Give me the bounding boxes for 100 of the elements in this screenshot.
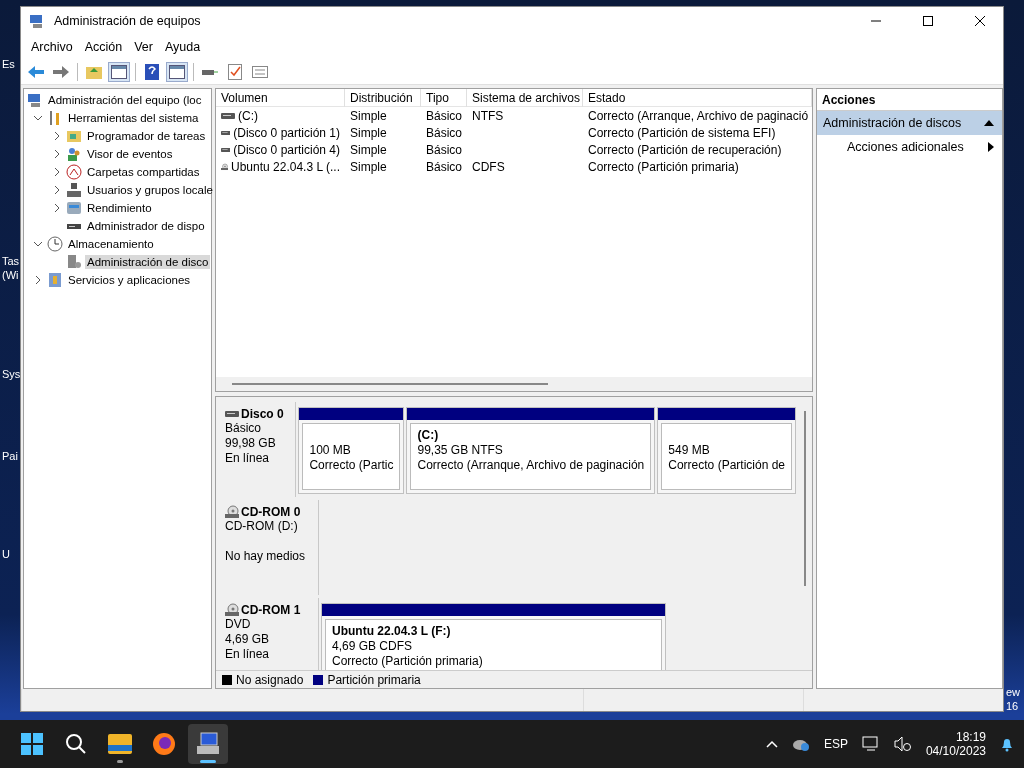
taskbar-app[interactable] — [188, 724, 228, 764]
gauge-icon — [66, 164, 82, 180]
tree-item[interactable]: Carpetas compartidas — [85, 165, 202, 179]
partition-text: Correcto (Partic — [309, 458, 394, 473]
column-header[interactable]: Sistema de archivos — [467, 89, 583, 107]
column-header[interactable]: Distribución — [345, 89, 421, 107]
disk-name: CD-ROM 1 — [225, 603, 318, 617]
language-indicator[interactable]: ESP — [823, 737, 848, 751]
speaker-muted-icon[interactable] — [893, 736, 912, 752]
table-cell-text: Correcto (Partición de recuperación) — [587, 142, 783, 157]
disk-name: CD-ROM 0 — [225, 505, 318, 519]
tree-item[interactable]: Almacenamiento — [66, 237, 156, 251]
folder-icon — [66, 128, 82, 144]
column-header[interactable]: Estado — [583, 89, 812, 107]
tree-item[interactable]: Administración del equipo (loc — [46, 93, 204, 107]
table-cell: (C:) — [216, 108, 345, 123]
menu-item[interactable]: Ayuda — [159, 40, 207, 54]
legend-label: Partición primaria — [327, 672, 421, 687]
action-pane-button[interactable] — [166, 61, 188, 82]
tree-item[interactable]: Usuarios y grupos locale — [85, 183, 215, 197]
partition-text: Correcto (Arranque, Archivo de paginación — [417, 458, 645, 473]
clock-time[interactable]: 18:19 — [955, 730, 986, 744]
maximize-icon — [923, 16, 933, 26]
window-title: Administración de equipos — [54, 14, 202, 28]
disk-info-text: Básico — [225, 421, 263, 436]
computer-management-icon — [195, 732, 221, 756]
clock-date[interactable]: 04/10/2023 — [925, 744, 986, 758]
disk-name: Disco 0 — [225, 407, 296, 421]
computer-icon — [27, 92, 43, 108]
desktop-icon-label: ew — [1006, 686, 1021, 698]
chevron-up-icon[interactable] — [765, 740, 778, 748]
disk-info-text: En línea — [225, 647, 271, 662]
partition-block[interactable]: 549 MB Correcto (Partición de — [657, 407, 796, 494]
drive-icon — [225, 410, 239, 418]
menu-item[interactable]: Archivo — [25, 40, 79, 54]
horizontal-scrollbar[interactable] — [216, 377, 812, 391]
action-item[interactable]: Acciones adicionales — [817, 135, 1002, 159]
console-tree-button[interactable] — [108, 61, 130, 82]
vertical-scrollbar[interactable] — [804, 411, 806, 586]
table-cell-text: NTFS — [471, 108, 505, 123]
partition-block[interactable]: Ubuntu 22.04.3 L (F:) 4,69 GB CDFS Correcto (Partición primaria) — [321, 603, 666, 670]
tree-item[interactable]: Programador de tareas — [85, 129, 208, 143]
disk-info-text: CD-ROM (D:) — [225, 519, 299, 534]
table-cell: (Disco 0 partición 4) — [216, 142, 345, 157]
table-cell-text: Básico — [425, 142, 464, 157]
table-cell-text: Básico — [425, 108, 464, 123]
network-icon[interactable] — [861, 736, 880, 752]
table-cell-text: Simple — [349, 159, 388, 174]
bell-icon[interactable] — [1000, 736, 1014, 752]
browser-icon — [152, 732, 176, 756]
cloud-icon[interactable] — [791, 737, 810, 751]
desktop-icon-label: Pai — [2, 450, 18, 462]
disk-info-text: En línea — [225, 451, 271, 466]
tree-item[interactable]: Administrador de dispo — [85, 219, 207, 233]
folder-icon — [107, 733, 133, 755]
partition-text: Correcto (Partición primaria) — [332, 654, 484, 669]
cd-drive-icon — [225, 505, 239, 519]
tree-item[interactable]: Herramientas del sistema — [66, 111, 201, 125]
actions-section[interactable]: Administración de discos — [817, 111, 1002, 135]
cd-drive-icon — [225, 603, 239, 617]
disk-info-text: DVD — [225, 617, 252, 632]
table-cell: Ubuntu 22.04.3 L (... — [216, 159, 345, 174]
partition-text: 549 MB — [668, 443, 711, 458]
menu-item[interactable]: Ver — [128, 40, 159, 54]
drive-icon — [221, 111, 235, 120]
partition-title: Ubuntu 22.04.3 L (F:) — [332, 624, 452, 639]
partition-title: (C:) — [417, 428, 440, 443]
partition-block[interactable]: (C:) 99,35 GB NTFS Correcto (Arranque, Archivo de paginación — [406, 407, 656, 494]
windows-logo-icon — [20, 732, 44, 756]
table-cell-text: Simple — [349, 142, 388, 157]
users-icon — [66, 146, 82, 162]
close-icon — [975, 16, 985, 26]
column-header[interactable]: Volumen — [216, 89, 345, 107]
tree-item[interactable]: Servicios y aplicaciones — [66, 273, 193, 287]
partition-block[interactable]: 100 MB Correcto (Partic — [298, 407, 405, 494]
computer-icon — [29, 13, 45, 29]
legend-label: No asignado — [236, 672, 304, 687]
search-icon — [64, 732, 88, 756]
desktop-icon-label: 16 — [1006, 700, 1019, 712]
table-cell: (Disco 0 partición 1) — [216, 125, 345, 140]
clock-icon — [47, 236, 63, 252]
table-cell-text: Básico — [425, 125, 464, 140]
desktop-icon-label: Es — [2, 58, 15, 70]
table-cell-text: Básico — [425, 159, 464, 174]
tree-item[interactable]: Rendimiento — [85, 201, 154, 215]
partition-text: 99,35 GB NTFS — [417, 443, 504, 458]
tree-item[interactable]: Administración de disco — [85, 255, 211, 269]
table-cell-text: Correcto (Partición primaria) — [587, 159, 740, 174]
storage-icon — [66, 200, 82, 216]
table-cell-text: Simple — [349, 108, 388, 123]
table-cell-text: CDFS — [471, 159, 506, 174]
desktop-icon-label: Tas — [2, 255, 20, 267]
desktop-icon-label: (Wi — [2, 269, 19, 281]
column-header[interactable]: Tipo — [421, 89, 467, 107]
disk-info-text: No hay medios — [225, 549, 307, 564]
collapse-arrow-icon — [984, 120, 994, 126]
table-cell-text: Correcto (Arranque, Archivo de paginació — [587, 108, 810, 123]
tree-item[interactable]: Visor de eventos — [85, 147, 175, 161]
menu-item[interactable]: Acción — [78, 40, 129, 54]
submenu-arrow-icon — [988, 142, 994, 152]
